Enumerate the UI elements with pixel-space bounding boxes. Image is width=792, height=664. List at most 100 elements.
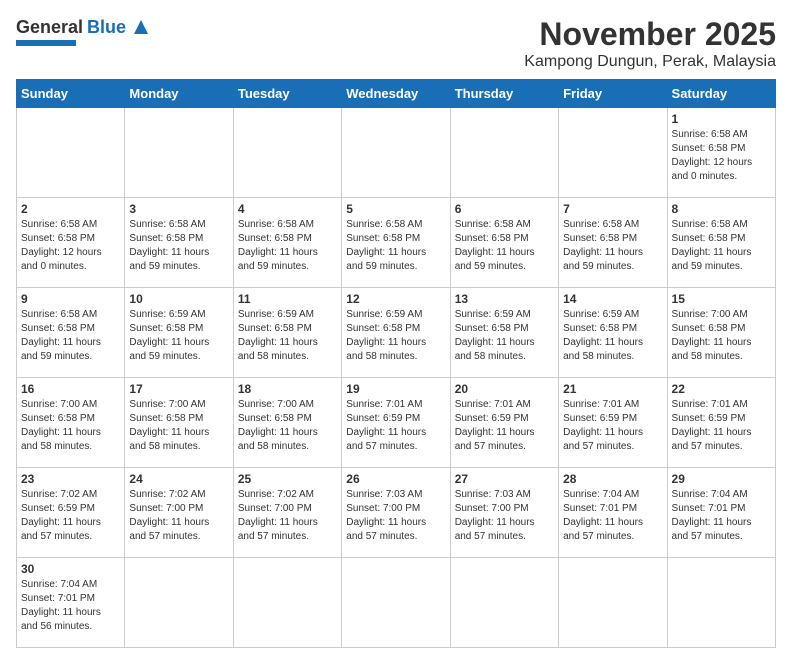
day-info: Sunrise: 6:59 AMSunset: 6:58 PMDaylight:… <box>238 308 337 364</box>
day-info: Sunrise: 7:01 AMSunset: 6:59 PMDaylight:… <box>672 398 771 454</box>
day-number: 18 <box>238 382 337 396</box>
logo: General Blue <box>16 16 152 46</box>
calendar-cell <box>450 108 558 198</box>
calendar-week-row: 1Sunrise: 6:58 AMSunset: 6:58 PMDaylight… <box>17 108 776 198</box>
calendar-cell: 1Sunrise: 6:58 AMSunset: 6:58 PMDaylight… <box>667 108 775 198</box>
calendar-cell <box>125 108 233 198</box>
day-number: 30 <box>21 562 120 576</box>
day-number: 7 <box>563 202 662 216</box>
calendar-cell: 21 Sunrise: 7:01 AMSunset: 6:59 PMDayligh… <box>559 378 667 468</box>
weekday-header-sunday: Sunday <box>17 80 125 108</box>
calendar-cell: 6Sunrise: 6:58 AMSunset: 6:58 PMDaylight… <box>450 198 558 288</box>
calendar-cell <box>559 108 667 198</box>
title-area: November 2025 Kampong Dungun, Perak, Mal… <box>524 16 776 71</box>
day-info: Sunrise: 6:59 AMSunset: 6:58 PMDaylight:… <box>129 308 228 364</box>
day-number: 25 <box>238 472 337 486</box>
day-info: Sunrise: 7:02 AMSunset: 7:00 PMDaylight:… <box>238 488 337 544</box>
calendar-cell: 13 Sunrise: 6:59 AMSunset: 6:58 PMDayligh… <box>450 288 558 378</box>
day-info: Sunrise: 6:59 AMSunset: 6:58 PMDaylight:… <box>455 308 554 364</box>
day-number: 17 <box>129 382 228 396</box>
day-info: Sunrise: 7:00 AMSunset: 6:58 PMDaylight:… <box>672 308 771 364</box>
calendar-cell: 23Sunrise: 7:02 AMSunset: 6:59 PMDayligh… <box>17 468 125 558</box>
logo-bar <box>16 40 76 46</box>
calendar-cell: 19 Sunrise: 7:01 AMSunset: 6:59 PMDayligh… <box>342 378 450 468</box>
day-number: 23 <box>21 472 120 486</box>
day-number: 21 <box>563 382 662 396</box>
day-info: Sunrise: 7:00 AMSunset: 6:58 PMDaylight:… <box>129 398 228 454</box>
calendar-cell: 30 Sunrise: 7:04 AMSunset: 7:01 PMDayligh… <box>17 558 125 648</box>
calendar-cell: 18 Sunrise: 7:00 AMSunset: 6:58 PMDayligh… <box>233 378 341 468</box>
calendar-cell: 4Sunrise: 6:58 AMSunset: 6:58 PMDaylight… <box>233 198 341 288</box>
page-header: General Blue November 2025 Kampong Dungu… <box>16 16 776 71</box>
calendar-cell <box>125 558 233 648</box>
calendar-cell <box>233 558 341 648</box>
calendar-cell: 17 Sunrise: 7:00 AMSunset: 6:58 PMDayligh… <box>125 378 233 468</box>
calendar-cell: 9 Sunrise: 6:58 AMSunset: 6:58 PMDaylight… <box>17 288 125 378</box>
calendar-header-row: SundayMondayTuesdayWednesdayThursdayFrid… <box>17 80 776 108</box>
day-info: Sunrise: 7:01 AMSunset: 6:59 PMDaylight:… <box>346 398 445 454</box>
day-info: Sunrise: 6:58 AMSunset: 6:58 PMDaylight:… <box>563 218 662 274</box>
calendar-table: SundayMondayTuesdayWednesdayThursdayFrid… <box>16 79 776 648</box>
day-info: Sunrise: 6:58 AMSunset: 6:58 PMDaylight:… <box>21 308 120 364</box>
day-number: 15 <box>672 292 771 306</box>
calendar-week-row: 16 Sunrise: 7:00 AMSunset: 6:58 PMDayligh… <box>17 378 776 468</box>
calendar-cell: 28Sunrise: 7:04 AMSunset: 7:01 PMDayligh… <box>559 468 667 558</box>
day-number: 2 <box>21 202 120 216</box>
calendar-cell: 24Sunrise: 7:02 AMSunset: 7:00 PMDayligh… <box>125 468 233 558</box>
day-number: 22 <box>672 382 771 396</box>
day-info: Sunrise: 6:58 AMSunset: 6:58 PMDaylight:… <box>129 218 228 274</box>
day-info: Sunrise: 7:04 AMSunset: 7:01 PMDaylight:… <box>21 578 120 634</box>
day-number: 28 <box>563 472 662 486</box>
calendar-cell: 15 Sunrise: 7:00 AMSunset: 6:58 PMDayligh… <box>667 288 775 378</box>
month-title: November 2025 <box>524 16 776 53</box>
day-number: 5 <box>346 202 445 216</box>
calendar-cell: 29Sunrise: 7:04 AMSunset: 7:01 PMDayligh… <box>667 468 775 558</box>
day-number: 3 <box>129 202 228 216</box>
calendar-cell: 25 Sunrise: 7:02 AMSunset: 7:00 PMDayligh… <box>233 468 341 558</box>
day-number: 9 <box>21 292 120 306</box>
calendar-cell <box>342 558 450 648</box>
logo-blue: Blue <box>87 17 126 38</box>
day-number: 10 <box>129 292 228 306</box>
day-info: Sunrise: 6:58 AMSunset: 6:58 PMDaylight:… <box>672 128 771 184</box>
calendar-cell: 16Sunrise: 7:00 AMSunset: 6:58 PMDayligh… <box>17 378 125 468</box>
day-info: Sunrise: 6:58 AMSunset: 6:58 PMDaylight:… <box>672 218 771 274</box>
calendar-cell: 8 Sunrise: 6:58 AMSunset: 6:58 PMDaylight… <box>667 198 775 288</box>
calendar-cell <box>233 108 341 198</box>
calendar-week-row: 2 Sunrise: 6:58 AMSunset: 6:58 PMDaylight… <box>17 198 776 288</box>
day-number: 12 <box>346 292 445 306</box>
calendar-cell <box>450 558 558 648</box>
day-number: 8 <box>672 202 771 216</box>
calendar-cell: 12 Sunrise: 6:59 AMSunset: 6:58 PMDayligh… <box>342 288 450 378</box>
day-number: 16 <box>21 382 120 396</box>
day-info: Sunrise: 7:01 AMSunset: 6:59 PMDaylight:… <box>563 398 662 454</box>
day-info: Sunrise: 6:59 AMSunset: 6:58 PMDaylight:… <box>563 308 662 364</box>
calendar-cell: 20Sunrise: 7:01 AMSunset: 6:59 PMDayligh… <box>450 378 558 468</box>
day-number: 19 <box>346 382 445 396</box>
day-info: Sunrise: 6:59 AMSunset: 6:58 PMDaylight:… <box>346 308 445 364</box>
calendar-cell: 10 Sunrise: 6:59 AMSunset: 6:58 PMDayligh… <box>125 288 233 378</box>
calendar-week-row: 9 Sunrise: 6:58 AMSunset: 6:58 PMDaylight… <box>17 288 776 378</box>
day-info: Sunrise: 7:03 AMSunset: 7:00 PMDaylight:… <box>455 488 554 544</box>
day-info: Sunrise: 7:04 AMSunset: 7:01 PMDaylight:… <box>672 488 771 544</box>
weekday-header-wednesday: Wednesday <box>342 80 450 108</box>
logo-icon <box>130 16 152 38</box>
calendar-cell: 26Sunrise: 7:03 AMSunset: 7:00 PMDayligh… <box>342 468 450 558</box>
day-info: Sunrise: 7:02 AMSunset: 7:00 PMDaylight:… <box>129 488 228 544</box>
calendar-week-row: 30 Sunrise: 7:04 AMSunset: 7:01 PMDayligh… <box>17 558 776 648</box>
day-info: Sunrise: 7:00 AMSunset: 6:58 PMDaylight:… <box>238 398 337 454</box>
calendar-week-row: 23Sunrise: 7:02 AMSunset: 6:59 PMDayligh… <box>17 468 776 558</box>
calendar-cell: 3 Sunrise: 6:58 AMSunset: 6:58 PMDaylight… <box>125 198 233 288</box>
calendar-cell: 7 Sunrise: 6:58 AMSunset: 6:58 PMDaylight… <box>559 198 667 288</box>
day-number: 13 <box>455 292 554 306</box>
calendar-cell: 27Sunrise: 7:03 AMSunset: 7:00 PMDayligh… <box>450 468 558 558</box>
weekday-header-friday: Friday <box>559 80 667 108</box>
calendar-cell <box>559 558 667 648</box>
calendar-cell: 5Sunrise: 6:58 AMSunset: 6:58 PMDaylight… <box>342 198 450 288</box>
weekday-header-thursday: Thursday <box>450 80 558 108</box>
calendar-cell: 22 Sunrise: 7:01 AMSunset: 6:59 PMDayligh… <box>667 378 775 468</box>
day-number: 20 <box>455 382 554 396</box>
day-number: 14 <box>563 292 662 306</box>
day-number: 4 <box>238 202 337 216</box>
day-info: Sunrise: 6:58 AMSunset: 6:58 PMDaylight:… <box>21 218 120 274</box>
